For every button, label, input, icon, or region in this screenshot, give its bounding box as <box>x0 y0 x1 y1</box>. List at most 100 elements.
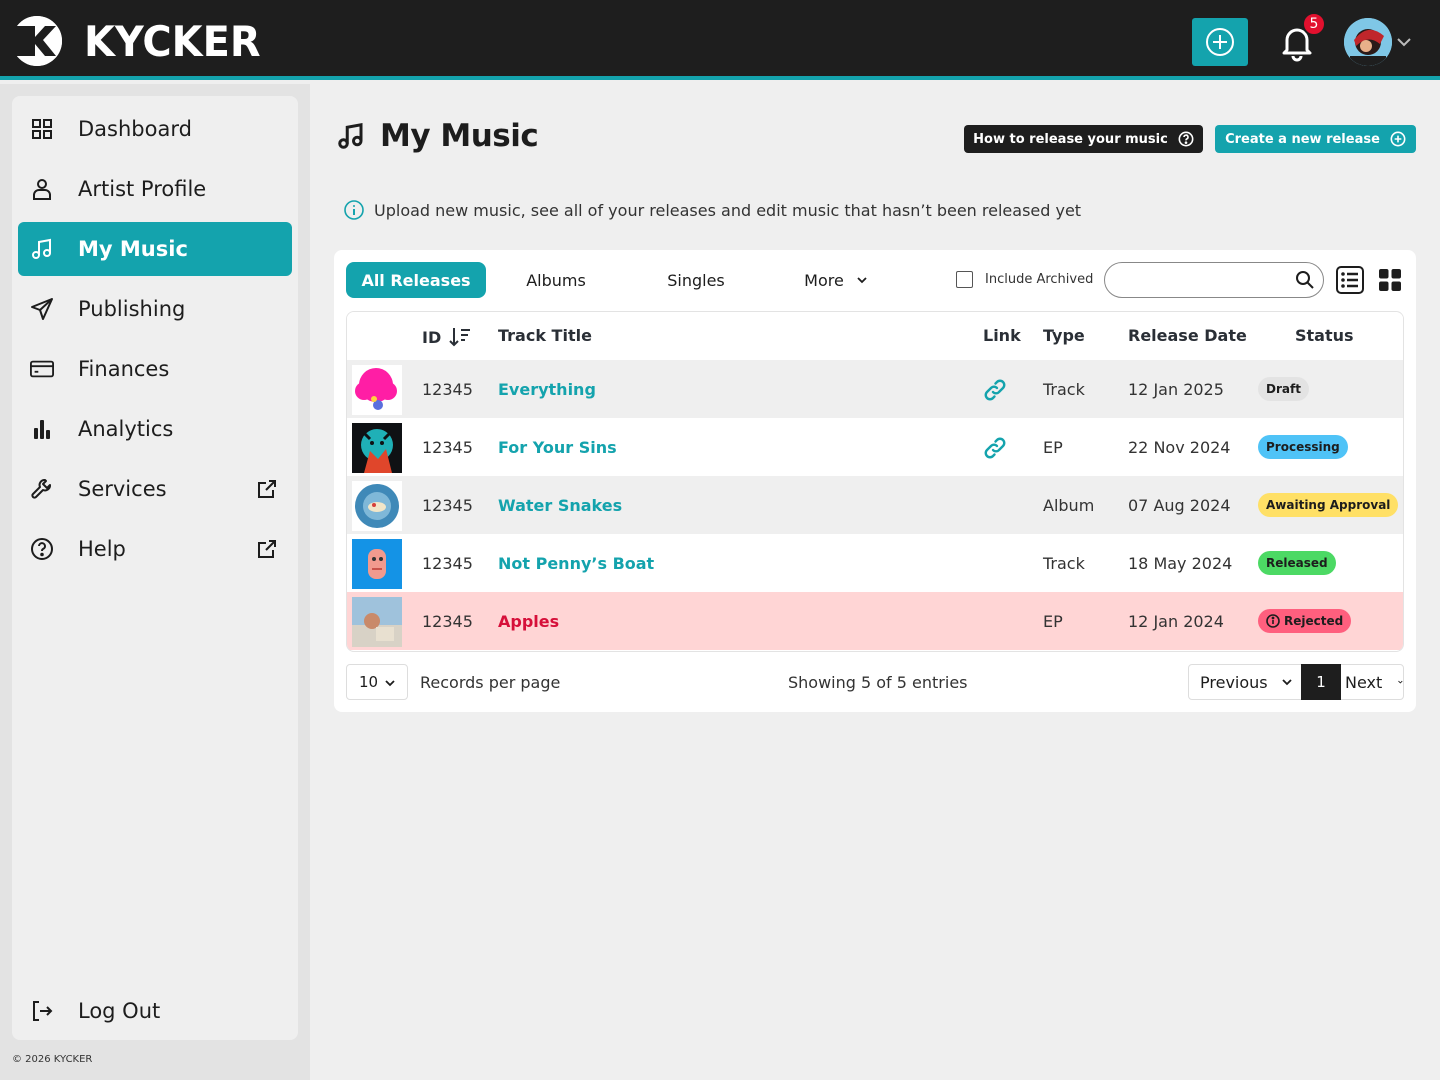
release-title-link[interactable]: Apples <box>498 612 559 631</box>
previous-page-button[interactable]: Previous <box>1189 665 1301 699</box>
link-icon[interactable] <box>982 377 1008 403</box>
create-release-button[interactable]: Create a new release <box>1215 125 1416 153</box>
cover-art <box>352 423 402 473</box>
table-row[interactable]: 12345 Apples EP 12 Jan 2024 Rejected <box>347 592 1403 650</box>
release-title-link[interactable]: For Your Sins <box>498 438 617 457</box>
sidebar-item-publishing[interactable]: Publishing <box>18 282 292 336</box>
link-icon[interactable] <box>982 435 1008 461</box>
next-page-button[interactable]: Next <box>1341 665 1403 699</box>
sidebar-item-label: Help <box>78 537 126 561</box>
dashboard-grid-icon <box>30 117 54 141</box>
status-badge: Released <box>1258 551 1336 575</box>
cover-art <box>352 539 402 589</box>
table-row[interactable]: 12345 Water Snakes Album 07 Aug 2024 Awa… <box>347 476 1403 534</box>
sidebar-item-artist-profile[interactable]: Artist Profile <box>18 162 292 216</box>
sort-descending-icon <box>449 328 471 347</box>
release-id: 12345 <box>422 438 473 457</box>
sidebar-item-analytics[interactable]: Analytics <box>18 402 292 456</box>
release-id: 12345 <box>422 496 473 515</box>
include-archived: Include Archived <box>956 271 1093 288</box>
external-link-icon <box>258 480 276 498</box>
page-number-button[interactable]: 1 <box>1301 664 1341 700</box>
tab-singles[interactable]: Singles <box>626 262 766 298</box>
chevron-down-icon <box>857 277 867 284</box>
how-to-release-button[interactable]: How to release your music <box>964 125 1203 153</box>
release-type: Album <box>1043 496 1095 515</box>
wrench-icon <box>30 477 54 501</box>
release-date: 07 Aug 2024 <box>1128 496 1231 515</box>
info-message: Upload new music, see all of your releas… <box>344 200 1081 220</box>
release-id: 12345 <box>422 554 473 573</box>
status-badge-label: Rejected <box>1284 614 1344 628</box>
records-per-page-value: 10 <box>359 673 379 691</box>
releases-card: All Releases Albums Singles More Include… <box>334 250 1416 712</box>
bar-chart-icon <box>30 417 54 441</box>
info-icon <box>344 200 364 220</box>
release-date: 18 May 2024 <box>1128 554 1233 573</box>
release-date: 12 Jan 2025 <box>1128 380 1224 399</box>
page-title-text: My Music <box>380 118 539 154</box>
table-row[interactable]: 12345 For Your Sins EP 22 Nov 2024 Proce… <box>347 418 1403 476</box>
status-header[interactable]: Status <box>1295 326 1354 345</box>
sidebar-item-services[interactable]: Services <box>18 462 292 516</box>
id-header[interactable]: ID <box>422 326 471 348</box>
include-archived-checkbox[interactable] <box>956 271 973 288</box>
type-header[interactable]: Type <box>1043 326 1085 345</box>
user-avatar[interactable] <box>1344 18 1392 66</box>
logout-button[interactable]: Log Out <box>18 984 292 1038</box>
table-row[interactable]: 12345 Not Penny’s Boat Track 18 May 2024… <box>347 534 1403 592</box>
tab-more[interactable]: More <box>766 262 906 298</box>
search-icon[interactable] <box>1295 270 1315 290</box>
list-view-icon[interactable] <box>1336 266 1364 294</box>
status-badge: Draft <box>1258 377 1309 401</box>
release-title-link[interactable]: Everything <box>498 380 596 399</box>
kycker-logo[interactable]: KYCKER <box>12 16 270 66</box>
cover-art <box>352 365 402 415</box>
add-new-button[interactable] <box>1192 18 1248 66</box>
search-box <box>1104 262 1324 298</box>
copyright: © 2026 KYCKER <box>12 1054 93 1065</box>
release-title-link[interactable]: Water Snakes <box>498 496 622 515</box>
sidebar-item-label: Finances <box>78 357 170 381</box>
grid-view-icon[interactable] <box>1378 268 1402 292</box>
pagination: Previous 1 Next <box>1188 664 1404 700</box>
next-label: Next <box>1345 672 1383 692</box>
previous-label: Previous <box>1200 672 1268 692</box>
chevron-down-icon <box>1398 680 1403 684</box>
chevron-down-icon[interactable] <box>1396 34 1412 50</box>
release-date: 12 Jan 2024 <box>1128 612 1224 631</box>
id-header-label: ID <box>422 327 442 347</box>
sidebar-item-label: Dashboard <box>78 117 192 141</box>
release-date: 22 Nov 2024 <box>1128 438 1231 457</box>
link-header: Link <box>983 326 1021 345</box>
sidebar-item-dashboard[interactable]: Dashboard <box>18 102 292 156</box>
title-header[interactable]: Track Title <box>498 326 592 345</box>
search-input[interactable] <box>1119 263 1299 295</box>
records-per-page-select[interactable]: 10 <box>346 664 408 700</box>
credit-card-icon <box>30 357 54 381</box>
tab-albums[interactable]: Albums <box>486 262 626 298</box>
paper-plane-icon <box>30 297 54 321</box>
create-release-label: Create a new release <box>1225 131 1380 147</box>
release-title-link[interactable]: Not Penny’s Boat <box>498 554 654 573</box>
chevron-down-icon <box>385 680 395 687</box>
tab-more-label: More <box>804 270 844 290</box>
table-header: ID Track Title Link Type Release Date St… <box>347 312 1403 360</box>
sidebar-item-help[interactable]: Help <box>18 522 292 576</box>
sidebar: Dashboard Artist Profile My Music Publis… <box>12 96 298 1040</box>
release-id: 12345 <box>422 380 473 399</box>
tab-all-releases[interactable]: All Releases <box>346 262 486 298</box>
release-date-header[interactable]: Release Date <box>1128 326 1247 345</box>
info-text: Upload new music, see all of your releas… <box>374 200 1082 220</box>
status-badge: Rejected <box>1258 609 1352 633</box>
release-type: Track <box>1043 380 1085 399</box>
music-note-icon <box>30 237 54 261</box>
sidebar-item-finances[interactable]: Finances <box>18 342 292 396</box>
sidebar-item-my-music[interactable]: My Music <box>18 222 292 276</box>
release-id: 12345 <box>422 612 473 631</box>
help-circle-icon <box>30 537 54 561</box>
release-type: EP <box>1043 438 1063 457</box>
plus-circle-icon <box>1390 131 1406 147</box>
page-title: My Music <box>336 118 539 154</box>
table-row[interactable]: 12345 Everything Track 12 Jan 2025 Draft <box>347 360 1403 418</box>
